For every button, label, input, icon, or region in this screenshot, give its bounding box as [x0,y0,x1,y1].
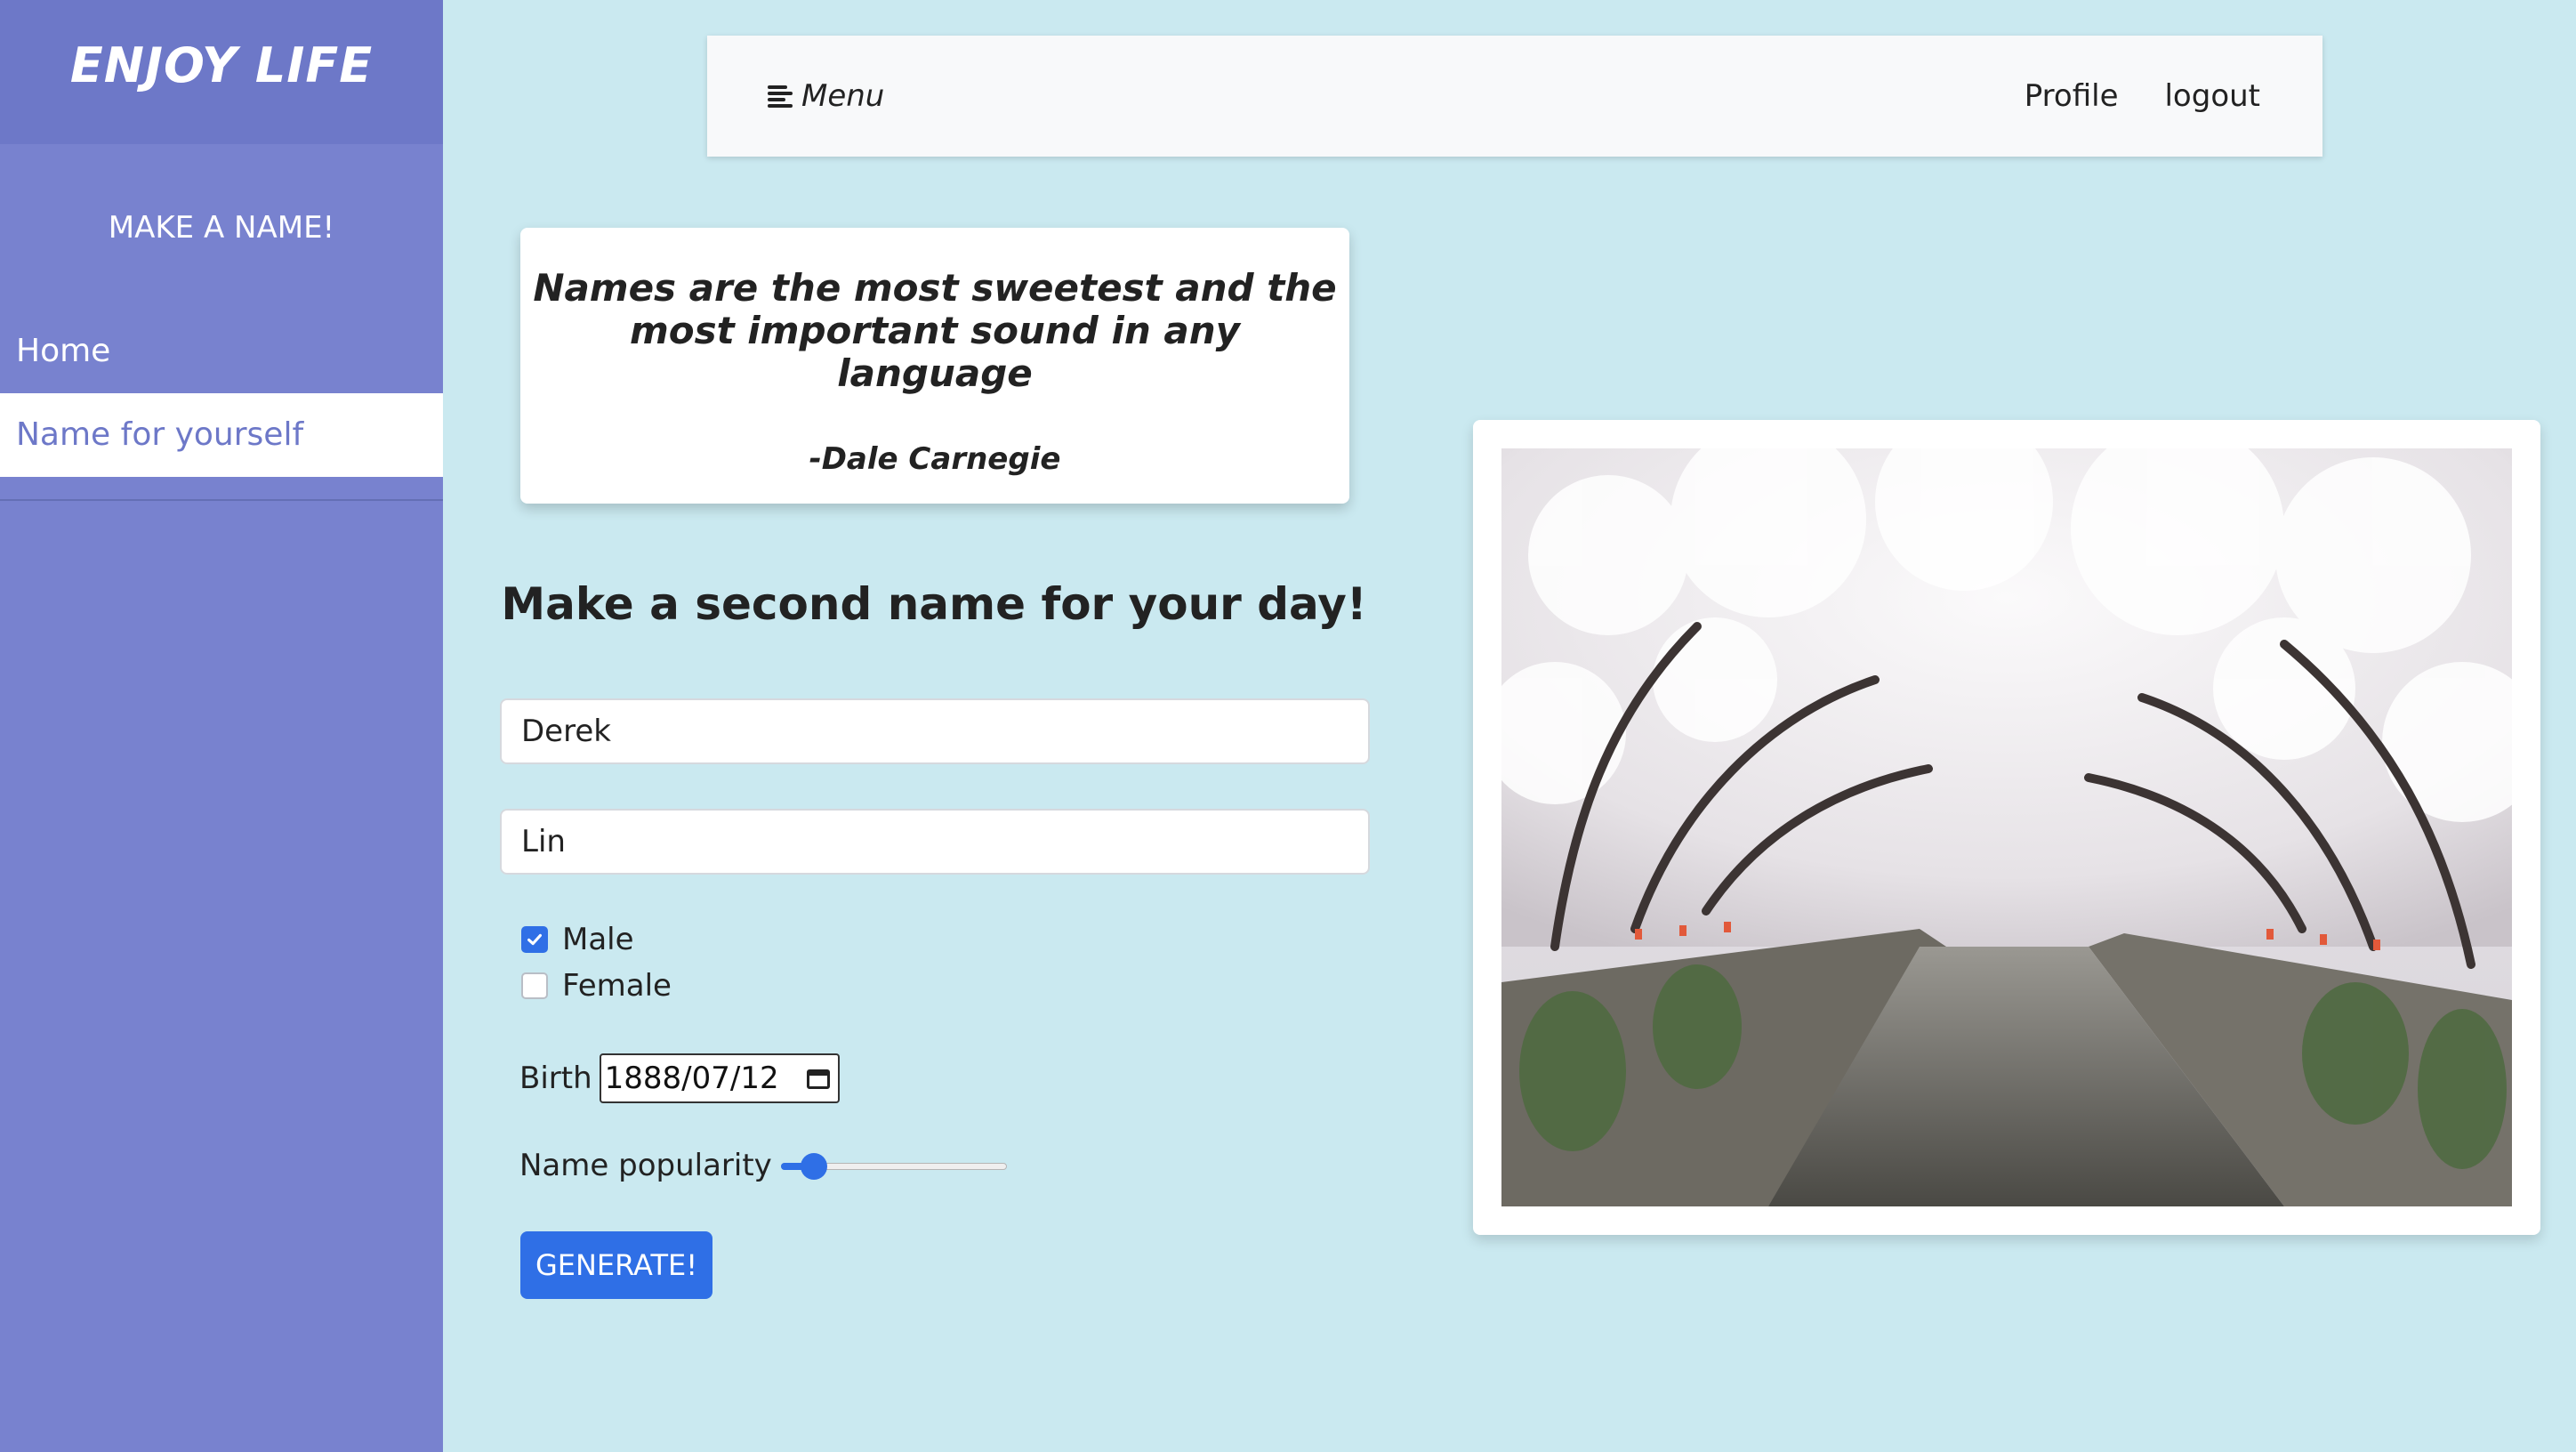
popularity-label: Name popularity [519,1148,772,1183]
calendar-icon[interactable] [806,1066,831,1091]
menu-label: Menu [801,78,885,114]
top-nav-links: Profile logout [2025,75,2260,117]
birth-label: Birth [519,1061,592,1096]
sidebar-item-label: Name for yourself [16,416,304,453]
menu-button[interactable]: Menu [768,75,884,117]
photo-card [1473,420,2540,1235]
female-checkbox[interactable] [521,972,548,999]
sidebar-item-label: Home [16,333,111,369]
quote-text: Names are the most sweetest and the most… [533,266,1337,395]
sidebar-divider [0,499,443,501]
birth-date-input[interactable]: 1888/07/12 [599,1053,840,1103]
sidebar: ENJOY LIFE MAKE A NAME! Home Name for yo… [0,0,443,1452]
birth-row: Birth 1888/07/12 [519,1053,840,1103]
logout-link[interactable]: logout [2164,78,2260,114]
checkmark-icon [527,933,542,946]
popularity-slider[interactable] [780,1152,1007,1180]
sidebar-nav: Home Name for yourself [0,310,443,477]
sidebar-subtitle: MAKE A NAME! [108,210,335,246]
quote-card: Names are the most sweetest and the most… [520,228,1349,504]
sidebar-item-home[interactable]: Home [0,310,443,393]
quote-author: -Dale Carnegie [809,441,1061,477]
generate-button[interactable]: GENERATE! [520,1231,712,1299]
brand-header: ENJOY LIFE [0,0,443,144]
menu-lines-icon [768,83,794,109]
birth-date-value: 1888/07/12 [604,1061,779,1096]
last-name-input[interactable] [500,809,1370,875]
sidebar-item-name-for-yourself[interactable]: Name for yourself [0,393,443,477]
female-label: Female [562,968,672,1004]
cherry-blossom-canal-photo [1501,448,2512,1206]
first-name-input[interactable] [500,698,1370,764]
form-title: Make a second name for your day! [501,578,1367,630]
slider-thumb[interactable] [801,1153,828,1180]
female-checkbox-row[interactable]: Female [521,968,672,1004]
male-label: Male [562,922,634,957]
top-navbar: Menu Profile logout [707,36,2322,157]
profile-link[interactable]: Profile [2025,78,2119,114]
male-checkbox[interactable] [521,926,548,953]
popularity-row: Name popularity [519,1148,1007,1183]
brand-title: ENJOY LIFE [69,36,374,93]
male-checkbox-row[interactable]: Male [521,922,634,957]
